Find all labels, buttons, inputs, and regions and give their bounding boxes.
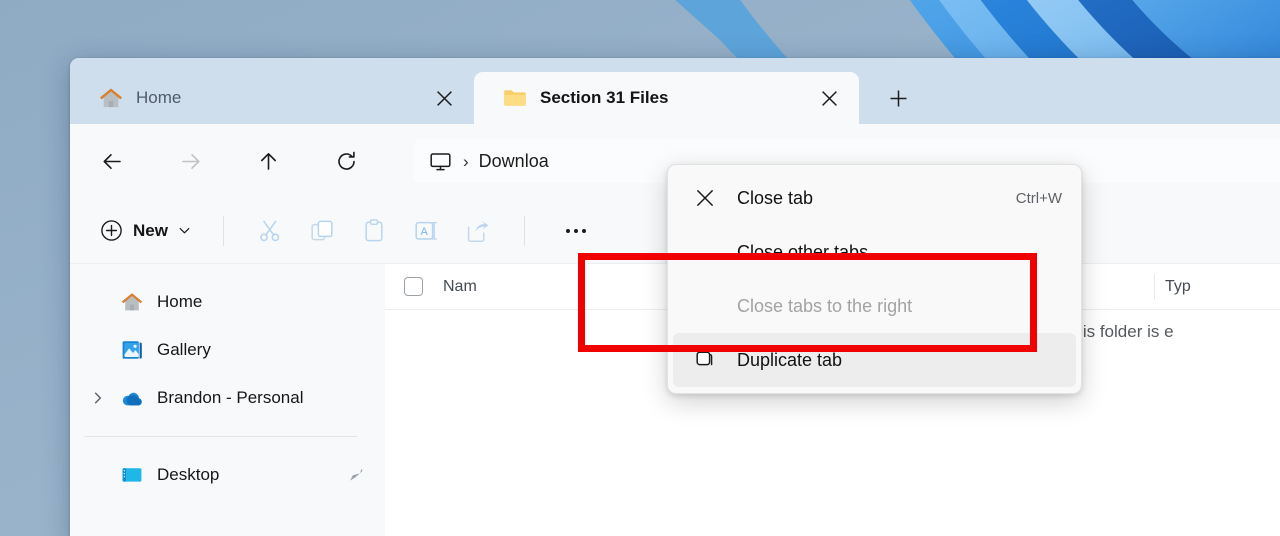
scissors-icon xyxy=(257,218,283,244)
sidebar-item-label: Gallery xyxy=(157,340,211,360)
menu-item-label: Close tab xyxy=(737,188,996,209)
paste-icon xyxy=(361,218,387,244)
duplicate-icon xyxy=(693,348,717,372)
close-icon xyxy=(693,186,717,210)
select-all-checkbox[interactable] xyxy=(385,277,441,296)
sidebar-item-brandon-personal[interactable]: Brandon - Personal xyxy=(70,374,385,422)
home-icon xyxy=(120,290,144,314)
menu-item-label: Close tabs to the right xyxy=(737,296,1062,317)
tab-close-button[interactable] xyxy=(813,82,845,114)
onedrive-icon xyxy=(120,386,144,410)
home-icon xyxy=(98,85,124,111)
sidebar-divider xyxy=(84,436,357,437)
breadcrumb-path[interactable]: Downloa xyxy=(479,151,549,172)
rename-button[interactable]: A xyxy=(400,210,452,252)
share-button[interactable] xyxy=(452,210,504,252)
sidebar-item-label: Home xyxy=(157,292,202,312)
sidebar-item-home[interactable]: Home xyxy=(70,278,385,326)
file-explorer-window: Home Section 31 Files xyxy=(70,58,1280,536)
share-icon xyxy=(465,218,491,244)
sidebar-item-label: Desktop xyxy=(157,465,219,485)
tab-label: Home xyxy=(136,88,416,108)
back-button[interactable] xyxy=(92,141,132,181)
up-button[interactable] xyxy=(248,141,288,181)
pin-icon[interactable] xyxy=(347,466,365,484)
cut-button[interactable] xyxy=(244,210,296,252)
chevron-down-icon xyxy=(178,224,191,237)
tab-section-31-files[interactable]: Section 31 Files xyxy=(474,72,859,124)
sidebar-item-gallery[interactable]: Gallery xyxy=(70,326,385,374)
navigation-pane: Home Gallery xyxy=(70,264,385,536)
svg-text:A: A xyxy=(420,226,428,238)
chevron-right-icon[interactable] xyxy=(90,390,106,406)
menu-item-duplicate-tab[interactable]: Duplicate tab xyxy=(673,333,1076,387)
copy-button[interactable] xyxy=(296,210,348,252)
rename-icon: A xyxy=(413,218,439,244)
tab-context-menu: Close tab Ctrl+W Close other tabs Close … xyxy=(667,164,1082,394)
desktop-icon xyxy=(120,463,144,487)
title-bar: Home Section 31 Files xyxy=(70,58,1280,124)
folder-icon xyxy=(502,85,528,111)
menu-item-close-other-tabs[interactable]: Close other tabs xyxy=(673,225,1076,279)
plus-circle-icon xyxy=(100,219,123,242)
plus-icon xyxy=(889,89,908,108)
this-pc-icon xyxy=(428,149,453,174)
arrow-up-icon xyxy=(256,149,281,174)
checkbox-icon xyxy=(404,277,423,296)
gallery-icon xyxy=(120,338,144,362)
sidebar-item-label: Brandon - Personal xyxy=(157,388,303,408)
new-button-label: New xyxy=(133,221,168,241)
arrow-right-icon xyxy=(178,149,203,174)
sidebar-item-desktop[interactable]: Desktop xyxy=(70,451,385,499)
overflow-dot xyxy=(566,229,570,233)
blank-icon xyxy=(693,294,717,318)
copy-icon xyxy=(309,218,335,244)
column-header-label: Nam xyxy=(443,278,477,296)
menu-item-label: Duplicate tab xyxy=(737,350,1062,371)
menu-item-accelerator: Ctrl+W xyxy=(1016,190,1062,207)
overflow-dot xyxy=(582,229,586,233)
paste-button[interactable] xyxy=(348,210,400,252)
column-header-label: Typ xyxy=(1165,278,1191,296)
new-button[interactable]: New xyxy=(92,210,203,252)
tab-home[interactable]: Home xyxy=(70,72,474,124)
column-header-type[interactable]: Typ xyxy=(1155,264,1280,310)
menu-item-close-tab[interactable]: Close tab Ctrl+W xyxy=(673,171,1076,225)
blank-icon xyxy=(693,240,717,264)
menu-item-close-tabs-to-the-right[interactable]: Close tabs to the right xyxy=(673,279,1076,333)
forward-button[interactable] xyxy=(170,141,210,181)
refresh-icon xyxy=(334,149,359,174)
arrow-left-icon xyxy=(100,149,125,174)
refresh-button[interactable] xyxy=(326,141,366,181)
tab-close-button[interactable] xyxy=(428,82,460,114)
tab-strip: Home Section 31 Files xyxy=(70,72,1280,124)
close-icon xyxy=(436,90,453,107)
menu-item-label: Close other tabs xyxy=(737,242,1062,263)
command-separator xyxy=(223,216,224,246)
see-more-button[interactable] xyxy=(553,210,599,252)
command-separator xyxy=(524,216,525,246)
desktop: Home Section 31 Files xyxy=(0,0,1280,536)
overflow-dot xyxy=(574,229,578,233)
breadcrumb-separator: › xyxy=(463,153,469,170)
new-tab-button[interactable] xyxy=(879,79,917,117)
close-icon xyxy=(821,90,838,107)
tab-label: Section 31 Files xyxy=(540,88,801,108)
